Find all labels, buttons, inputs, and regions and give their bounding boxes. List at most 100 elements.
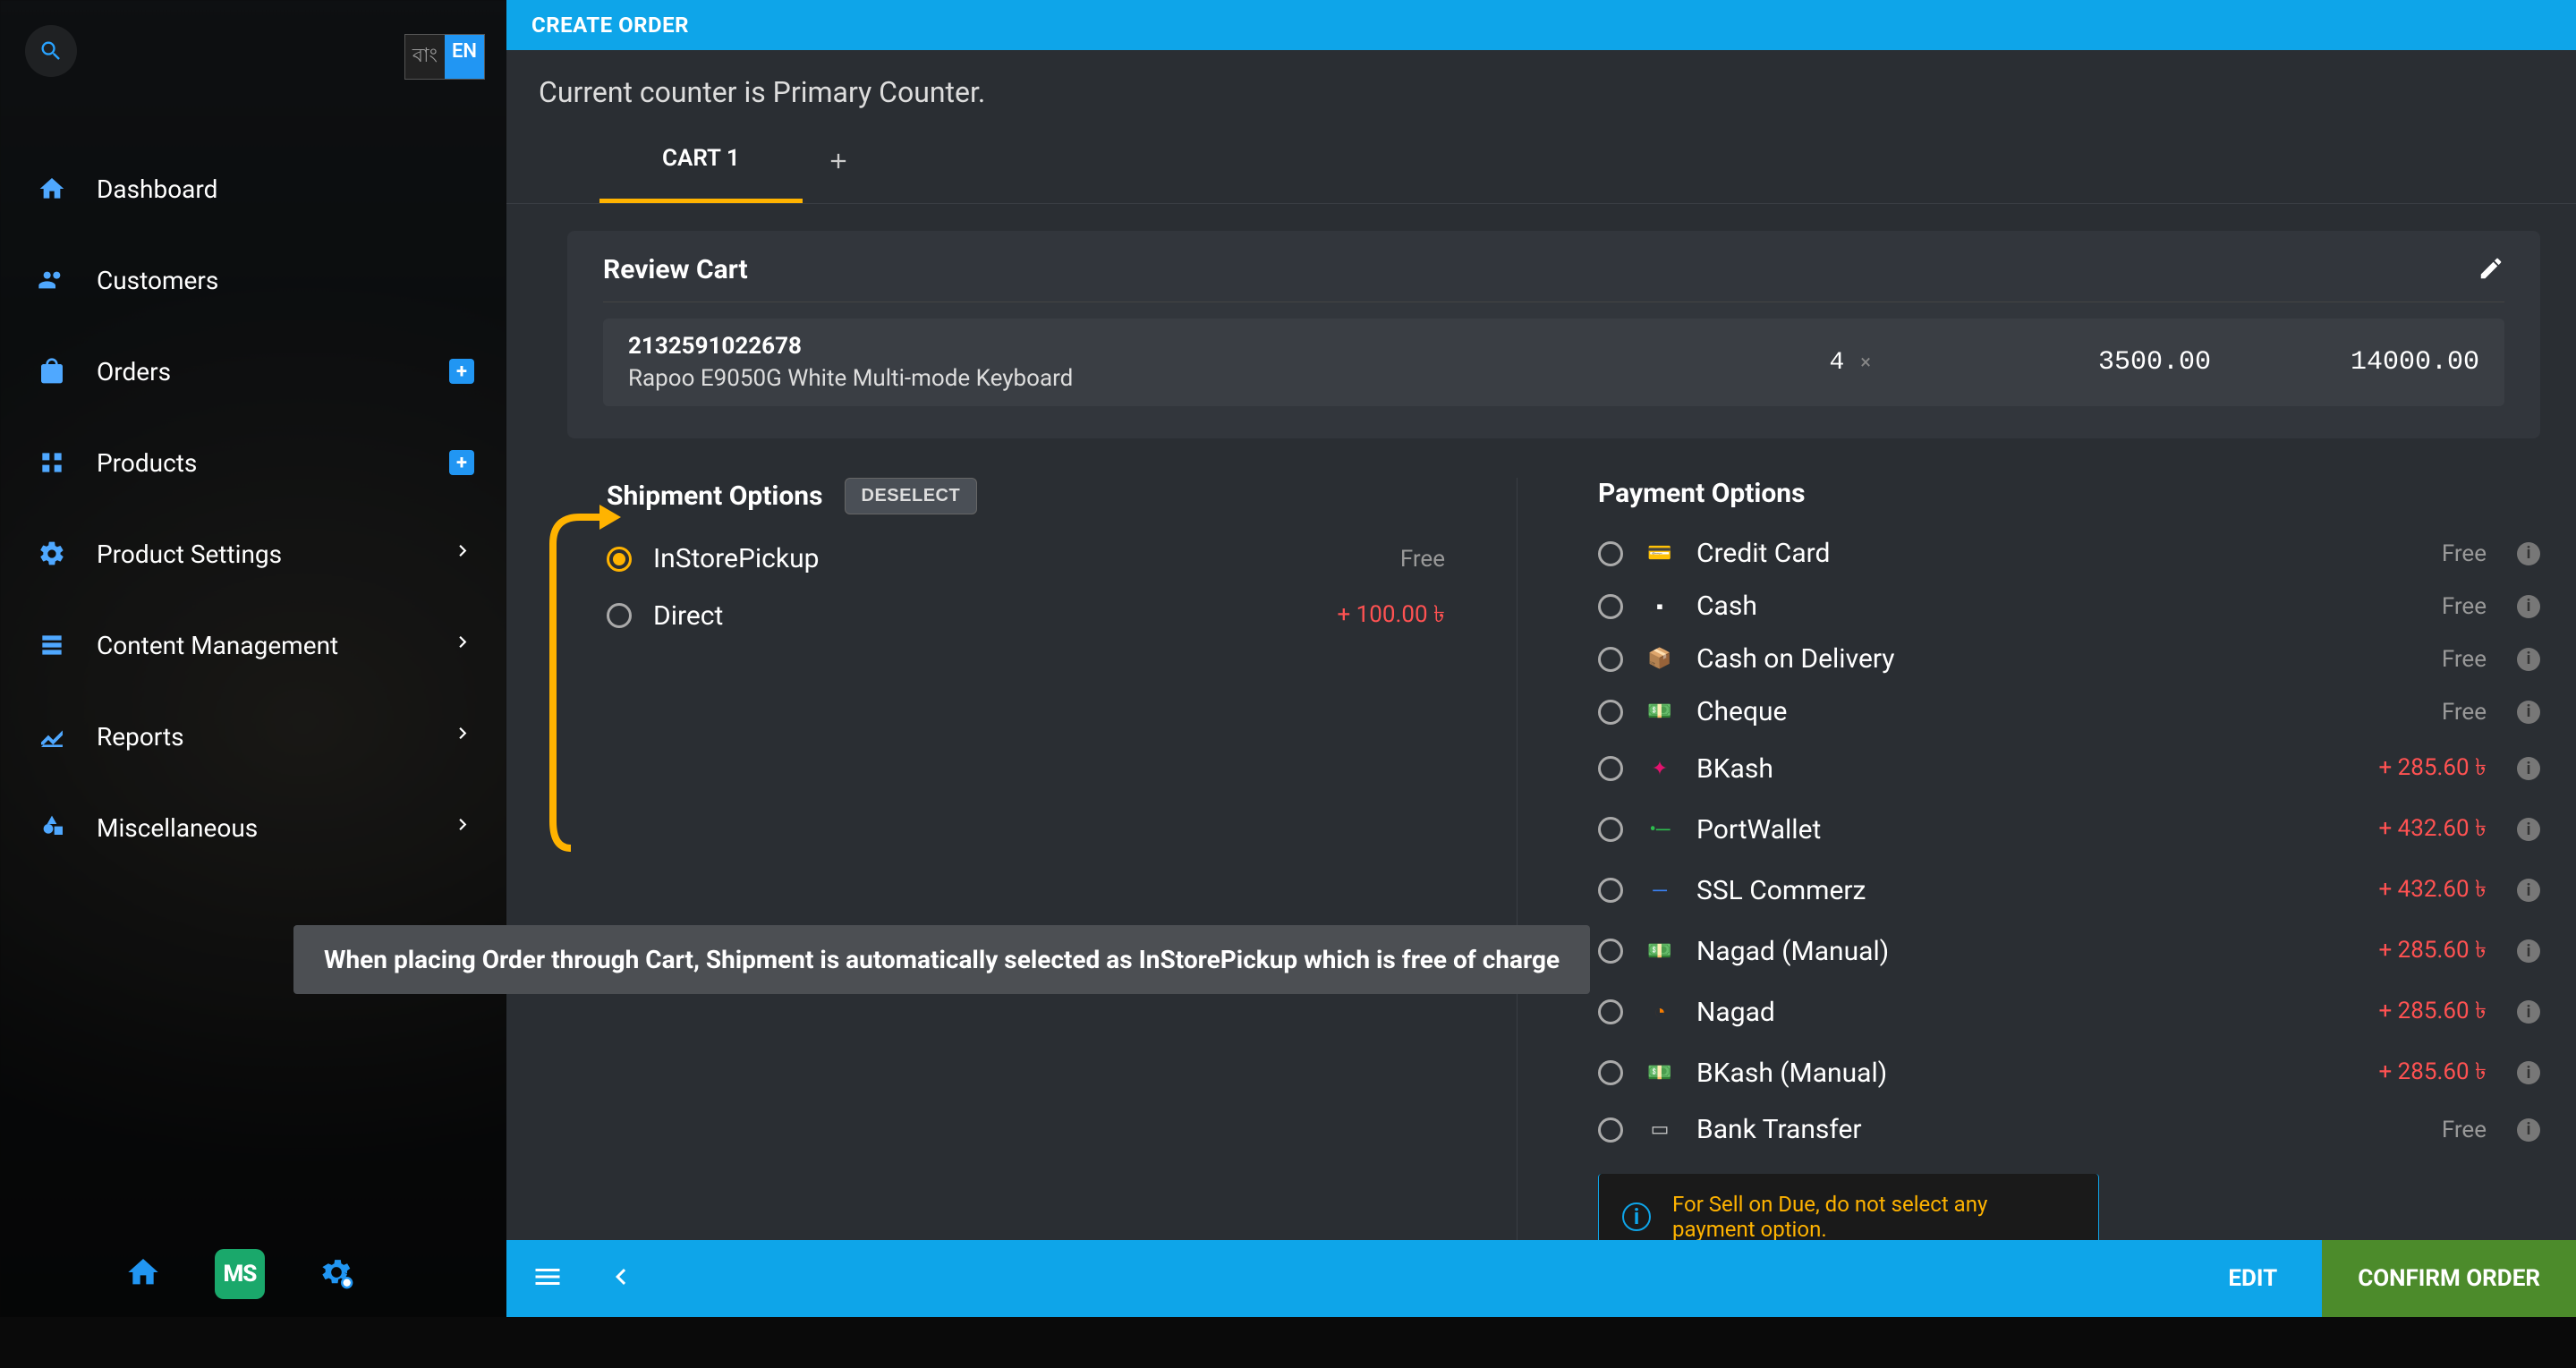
pencil-icon bbox=[2478, 255, 2504, 282]
payment-option[interactable]: 💵Nagad (Manual)+ 285.60 ৳i bbox=[1598, 921, 2540, 981]
shipment-options-title: Shipment Options bbox=[607, 480, 823, 512]
payment-option[interactable]: ▭Bank TransferFreei bbox=[1598, 1103, 2540, 1156]
sidebar-item-product-settings[interactable]: Product Settings bbox=[0, 508, 506, 599]
top-bar: CREATE ORDER bbox=[506, 0, 2576, 50]
payment-option-cost: Free bbox=[2442, 646, 2487, 673]
add-cart-tab-button[interactable] bbox=[812, 134, 865, 188]
info-icon[interactable]: i bbox=[2517, 595, 2540, 618]
add-order-button[interactable]: + bbox=[449, 359, 474, 384]
info-icon[interactable]: i bbox=[2517, 648, 2540, 671]
payment-option[interactable]: ▪CashFreei bbox=[1598, 580, 2540, 633]
chevron-right-icon bbox=[451, 540, 474, 569]
radio-icon bbox=[1598, 1117, 1623, 1143]
info-icon[interactable]: i bbox=[2517, 701, 2540, 724]
info-icon: i bbox=[1622, 1202, 1651, 1231]
radio-icon bbox=[1598, 541, 1623, 566]
help-callout: When placing Order through Cart, Shipmen… bbox=[293, 925, 1590, 994]
page-title: CREATE ORDER bbox=[531, 13, 689, 38]
chevron-right-icon bbox=[451, 813, 474, 843]
payment-option[interactable]: 💵ChequeFreei bbox=[1598, 685, 2540, 738]
sidebar-item-content-management[interactable]: Content Management bbox=[0, 599, 506, 691]
cart-item-total: 14000.00 bbox=[2211, 347, 2479, 378]
lang-option-english[interactable]: EN bbox=[445, 35, 484, 79]
lang-option-bangla[interactable]: বাং bbox=[405, 35, 445, 79]
search-button[interactable] bbox=[25, 25, 77, 77]
payment-method-icon: 💳 bbox=[1645, 542, 1675, 565]
sidebar-item-customers[interactable]: Customers bbox=[0, 234, 506, 326]
sidebar-item-products[interactable]: Products + bbox=[0, 417, 506, 508]
sidebar-item-dashboard[interactable]: Dashboard bbox=[0, 143, 506, 234]
payment-method-icon: 💵 bbox=[1645, 701, 1675, 723]
cart-item-qty: 4 bbox=[1829, 349, 1844, 377]
payment-option-label: Credit Card bbox=[1696, 538, 2420, 569]
bag-icon bbox=[36, 355, 68, 387]
sidebar-item-label: Miscellaneous bbox=[97, 813, 258, 843]
payment-option[interactable]: 📦Cash on DeliveryFreei bbox=[1598, 633, 2540, 685]
chevron-right-icon bbox=[451, 631, 474, 660]
payment-option-label: SSL Commerz bbox=[1696, 875, 2357, 906]
payment-method-icon: ▪ bbox=[1645, 595, 1675, 618]
home-button[interactable] bbox=[125, 1254, 161, 1294]
info-icon[interactable]: i bbox=[2517, 1061, 2540, 1084]
info-icon[interactable]: i bbox=[2517, 818, 2540, 841]
radio-icon bbox=[1598, 878, 1623, 903]
payment-options-column: Payment Options 💳Credit CardFreei▪CashFr… bbox=[1598, 478, 2540, 1261]
info-icon[interactable]: i bbox=[2517, 757, 2540, 780]
payment-option[interactable]: 💵BKash (Manual)+ 285.60 ৳i bbox=[1598, 1042, 2540, 1103]
ms-badge[interactable]: MS bbox=[215, 1249, 265, 1299]
sidebar: বাং EN Dashboard Customers Orders + Prod… bbox=[0, 0, 506, 1317]
shipment-option[interactable]: Direct+ 100.00 ৳ bbox=[607, 585, 1445, 646]
payment-option-cost: + 285.60 ৳ bbox=[2378, 992, 2487, 1032]
add-product-button[interactable]: + bbox=[449, 450, 474, 475]
main-panel: CREATE ORDER Current counter is Primary … bbox=[506, 0, 2576, 1317]
info-icon[interactable]: i bbox=[2517, 879, 2540, 902]
content: Review Cart 2132591022678 Rapoo E9050G W… bbox=[506, 204, 2576, 1368]
settings-button[interactable] bbox=[319, 1254, 354, 1294]
payment-method-icon: 💵 bbox=[1645, 940, 1675, 963]
radio-icon bbox=[1598, 1060, 1623, 1085]
sidebar-bottom: MS bbox=[0, 1249, 506, 1299]
review-cart-card: Review Cart 2132591022678 Rapoo E9050G W… bbox=[567, 231, 2540, 438]
payment-option[interactable]: ◔Nagad+ 285.60 ৳i bbox=[1598, 981, 2540, 1042]
payment-option-label: Bank Transfer bbox=[1696, 1114, 2420, 1145]
radio-icon bbox=[1598, 999, 1623, 1024]
payment-option[interactable]: •─PortWallet+ 432.60 ৳i bbox=[1598, 799, 2540, 860]
payment-option-label: PortWallet bbox=[1696, 814, 2357, 845]
confirm-order-button[interactable]: CONFIRM ORDER bbox=[2322, 1240, 2576, 1317]
sidebar-item-reports[interactable]: Reports bbox=[0, 691, 506, 782]
info-icon[interactable]: i bbox=[2517, 1118, 2540, 1142]
tab-cart-1[interactable]: CART 1 bbox=[599, 118, 803, 203]
payment-option-label: Cheque bbox=[1696, 696, 2420, 727]
info-icon[interactable]: i bbox=[2517, 1000, 2540, 1024]
shipment-option[interactable]: InStorePickupFree bbox=[607, 532, 1445, 585]
shapes-icon bbox=[36, 811, 68, 844]
payment-option-cost: + 285.60 ৳ bbox=[2378, 931, 2487, 971]
language-toggle[interactable]: বাং EN bbox=[404, 34, 485, 80]
sidebar-item-label: Dashboard bbox=[97, 174, 217, 204]
due-note-text: For Sell on Due, do not select any payme… bbox=[1672, 1192, 2075, 1242]
sidebar-item-label: Orders bbox=[97, 357, 171, 387]
deselect-shipment-button[interactable]: DESELECT bbox=[845, 478, 978, 514]
payment-option[interactable]: ─SSL Commerz+ 432.60 ৳i bbox=[1598, 860, 2540, 921]
back-button[interactable] bbox=[605, 1261, 637, 1296]
search-icon bbox=[38, 38, 64, 64]
info-icon[interactable]: i bbox=[2517, 542, 2540, 565]
radio-icon bbox=[1598, 756, 1623, 781]
document-icon bbox=[36, 629, 68, 661]
radio-icon bbox=[1598, 594, 1623, 619]
payment-method-icon: ─ bbox=[1645, 879, 1675, 902]
info-icon[interactable]: i bbox=[2517, 939, 2540, 963]
payment-option-label: BKash bbox=[1696, 753, 2357, 785]
menu-button[interactable] bbox=[531, 1261, 564, 1296]
payment-option-cost: Free bbox=[2442, 540, 2487, 567]
payment-option-cost: + 285.60 ৳ bbox=[2378, 1053, 2487, 1092]
payment-option-cost: + 432.60 ৳ bbox=[2378, 810, 2487, 849]
edit-cart-button[interactable] bbox=[2478, 255, 2504, 285]
radio-icon bbox=[1598, 939, 1623, 964]
sidebar-item-miscellaneous[interactable]: Miscellaneous bbox=[0, 782, 506, 873]
shipment-options-column: Shipment Options DESELECT InStorePickupF… bbox=[607, 478, 1518, 1261]
edit-button[interactable]: EDIT bbox=[2183, 1265, 2322, 1292]
sidebar-item-orders[interactable]: Orders + bbox=[0, 326, 506, 417]
payment-option[interactable]: 💳 Credit Card Free i bbox=[1598, 527, 2540, 580]
payment-option[interactable]: ✦BKash+ 285.60 ৳i bbox=[1598, 738, 2540, 799]
